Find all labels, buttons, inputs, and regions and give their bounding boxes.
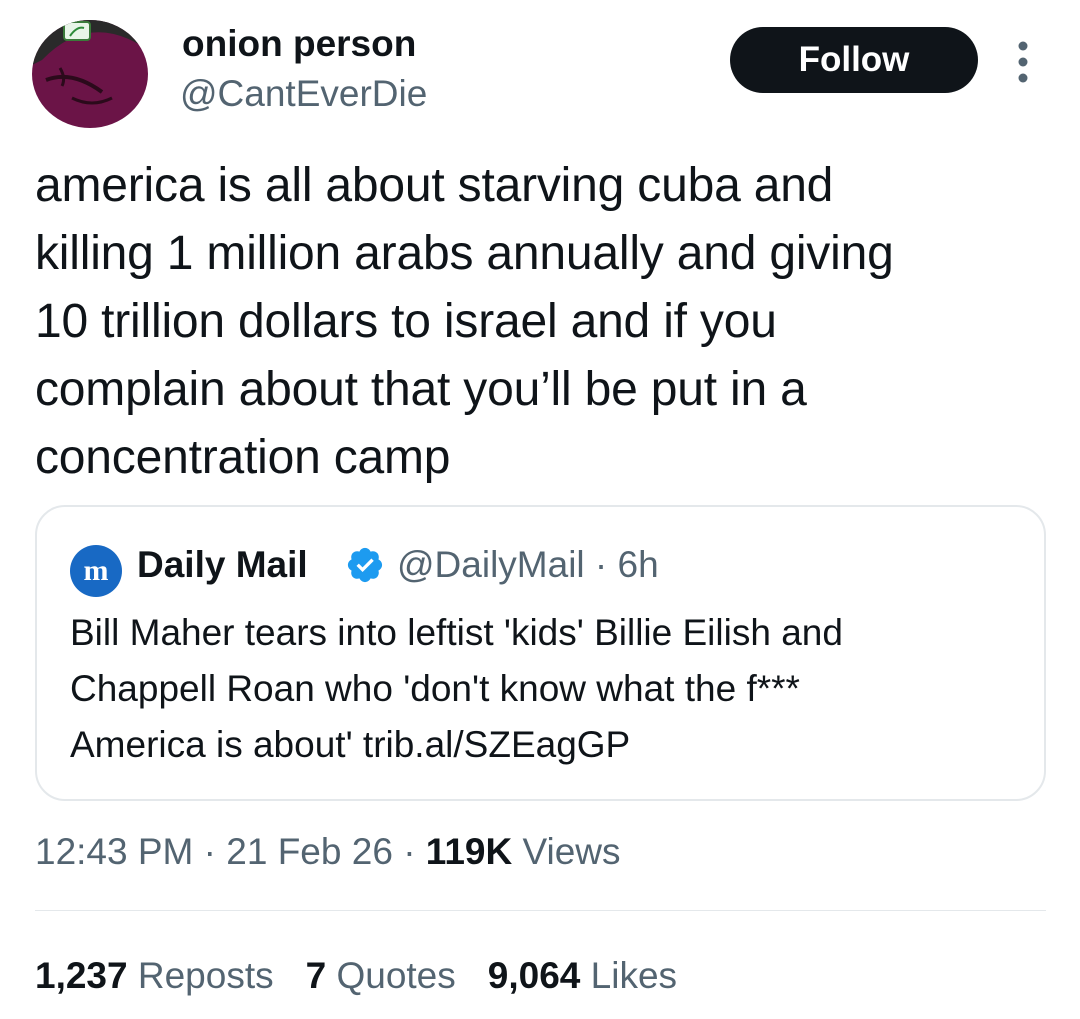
quoted-author-name: Daily Mail bbox=[137, 544, 308, 585]
quotes-label: Quotes bbox=[336, 955, 456, 996]
quoted-text: Bill Maher tears into leftist 'kids' Bil… bbox=[70, 605, 1030, 773]
quoted-handle: @DailyMail bbox=[397, 544, 585, 585]
tweet-line: 10 trillion dollars to israel and if you bbox=[35, 295, 777, 348]
separator-dot: · bbox=[594, 544, 608, 585]
quoted-time: 6h bbox=[617, 544, 659, 585]
likes-label: Likes bbox=[590, 955, 678, 996]
reposts-count: 1,237 bbox=[35, 955, 128, 996]
reposts-stat[interactable]: 1,237 Reposts bbox=[35, 952, 274, 1000]
follow-button[interactable]: Follow bbox=[730, 27, 978, 93]
tweet-date[interactable]: 21 Feb 26 bbox=[226, 831, 393, 872]
engagement-stats: 1,237 Reposts 7 Quotes 9,064 Likes bbox=[35, 952, 709, 1000]
tweet-line: killing 1 million arabs annually and giv… bbox=[35, 227, 894, 280]
views-count: 119K bbox=[425, 831, 513, 872]
avatar[interactable] bbox=[32, 20, 148, 128]
views-label: Views bbox=[522, 831, 621, 872]
quoted-line: Bill Maher tears into leftist 'kids' Bil… bbox=[70, 612, 843, 653]
divider bbox=[35, 910, 1046, 911]
quoted-line: America is about' trib.al/SZEagGP bbox=[70, 724, 631, 765]
tweet-line: america is all about starving cuba and bbox=[35, 159, 834, 212]
daily-mail-logo-icon: m bbox=[70, 545, 122, 597]
tweet-line: complain about that you’ll be put in a bbox=[35, 363, 807, 416]
likes-count: 9,064 bbox=[487, 955, 581, 996]
quoted-meta: @DailyMail · 6h bbox=[397, 543, 659, 587]
avatar-image bbox=[32, 20, 148, 128]
tweet-text: america is all about starving cuba and k… bbox=[35, 152, 1035, 492]
tweet-time[interactable]: 12:43 PM bbox=[35, 831, 193, 872]
tweet-timestamp: 12:43 PM · 21 Feb 26 · 119K Views bbox=[35, 828, 621, 876]
separator-dot: · bbox=[403, 831, 416, 872]
quotes-count: 7 bbox=[305, 955, 327, 996]
likes-stat[interactable]: 9,064 Likes bbox=[488, 952, 677, 1000]
tweet-line: concentration camp bbox=[35, 431, 451, 484]
author-name[interactable]: onion person bbox=[182, 22, 416, 66]
verified-badge-icon bbox=[345, 545, 385, 585]
more-vertical-icon[interactable] bbox=[1005, 38, 1041, 86]
quoted-line: Chappell Roan who 'don't know what the f… bbox=[70, 668, 800, 709]
quoted-tweet-card[interactable]: m Daily Mail @DailyMail · 6h Bill Maher … bbox=[35, 505, 1046, 801]
quotes-stat[interactable]: 7 Quotes bbox=[306, 952, 456, 1000]
reposts-label: Reposts bbox=[137, 955, 274, 996]
author-handle[interactable]: @CantEverDie bbox=[180, 72, 427, 116]
separator-dot: · bbox=[203, 831, 216, 872]
